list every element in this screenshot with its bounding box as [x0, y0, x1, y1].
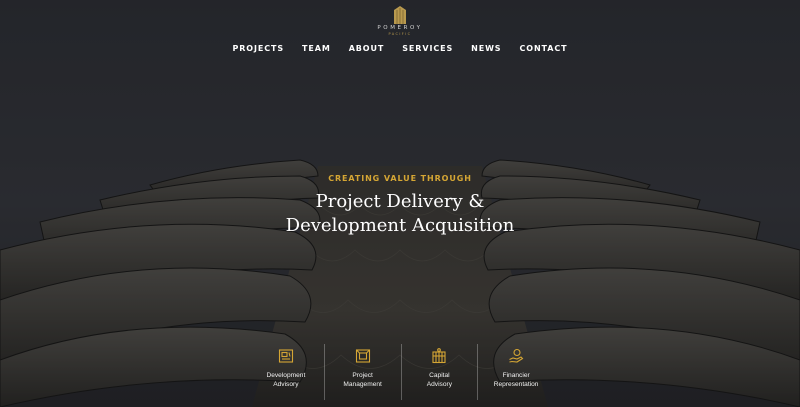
service-label-line1: Development [266, 372, 306, 379]
headline-line-1: Project Delivery & [315, 191, 485, 212]
nav-team[interactable]: TEAM [293, 44, 340, 53]
service-financier-representation[interactable]: Financier Representation [477, 344, 554, 400]
headline-line-2: Development Acquisition [285, 215, 515, 236]
service-label-line2: Advisory [426, 381, 453, 388]
service-label-line2: Representation [493, 381, 539, 388]
service-label: Capital Advisory [402, 371, 478, 389]
hero-headline: Project Delivery & Development Acquisiti… [0, 190, 800, 238]
service-label-line1: Financier [502, 372, 530, 379]
logo-mark-icon [394, 6, 406, 24]
services-strip: Development Advisory Project Management [248, 344, 554, 400]
nav-contact[interactable]: CONTACT [510, 44, 576, 53]
brand-sub: PACIFIC [388, 32, 412, 36]
service-development-advisory[interactable]: Development Advisory [248, 344, 324, 400]
service-capital-advisory[interactable]: Capital Advisory [400, 344, 478, 400]
service-label: Project Management [325, 371, 401, 389]
nav-about[interactable]: ABOUT [340, 44, 394, 53]
building-icon [432, 348, 446, 364]
hero-tagline: CREATING VALUE THROUGH [328, 174, 472, 183]
brand-logo[interactable]: POMEROY PACIFIC [0, 6, 800, 36]
service-project-management[interactable]: Project Management [323, 344, 401, 400]
hand-coin-icon [509, 348, 524, 363]
service-label-line2: Advisory [273, 381, 299, 388]
brand-name: POMEROY [377, 25, 423, 31]
main-nav: PROJECTS TEAM ABOUT SERVICES NEWS CONTAC… [0, 44, 800, 53]
service-label-line1: Project [352, 372, 373, 379]
nav-services[interactable]: SERVICES [393, 44, 462, 53]
nav-projects[interactable]: PROJECTS [223, 44, 293, 53]
frame-icon [355, 349, 370, 363]
blueprint-icon [278, 349, 293, 363]
service-label-line1: Capital [429, 372, 450, 379]
nav-news[interactable]: NEWS [462, 44, 510, 53]
service-label: Development Advisory [248, 371, 324, 389]
service-label-line2: Management [343, 381, 382, 388]
service-label: Financier Representation [478, 371, 554, 389]
